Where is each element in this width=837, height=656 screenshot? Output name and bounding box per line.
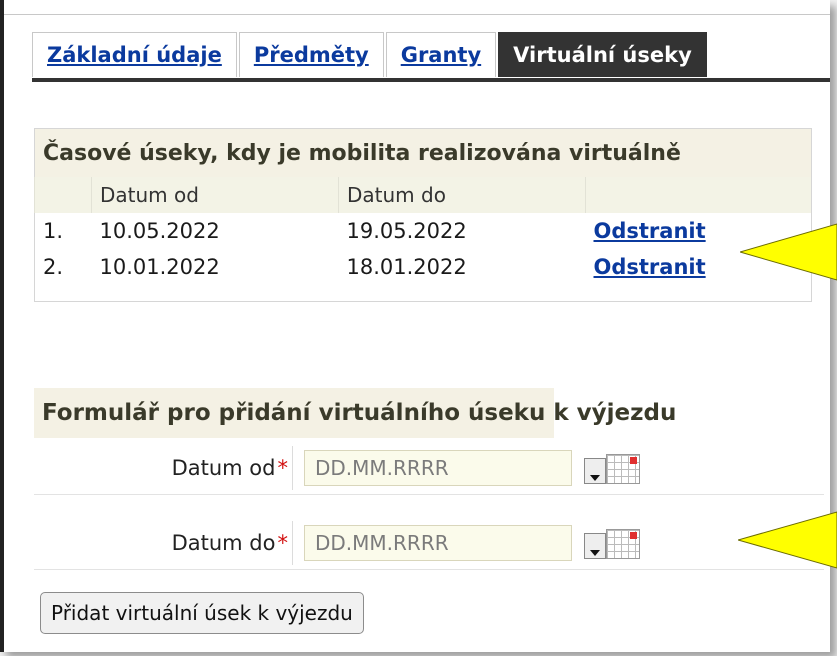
header-date-from: Datum od <box>91 177 339 213</box>
row-date-to: 19.05.2022 <box>346 219 467 243</box>
table-header-row: Datum od Datum do <box>34 177 812 213</box>
dropdown-icon[interactable] <box>584 533 606 559</box>
date-from-label: Datum od* <box>34 442 288 494</box>
remove-link[interactable]: Odstranit <box>594 255 706 279</box>
top-divider <box>4 14 830 15</box>
tab-bar: Základní údaje Předměty Granty Virtuální… <box>32 32 709 80</box>
tab-basic-info[interactable]: Základní údaje <box>32 32 237 77</box>
tab-subjects[interactable]: Předměty <box>238 32 384 77</box>
row-date-from: 10.05.2022 <box>99 219 220 243</box>
remove-link[interactable]: Odstranit <box>594 219 706 243</box>
date-from-input[interactable] <box>304 450 572 486</box>
required-marker: * <box>277 531 289 555</box>
date-from-label-text: Datum od <box>171 456 276 480</box>
date-to-input[interactable] <box>304 525 572 561</box>
table-row: 2. 10.01.2022 18.01.2022 Odstranit <box>35 249 812 285</box>
segments-table-caption: Časové úseky, kdy je mobilita realizován… <box>34 128 812 177</box>
form-row-date-to: Datum do* <box>34 517 824 570</box>
date-to-label: Datum do* <box>34 517 288 569</box>
form-caption-text: Formulář pro přidání virtuálního úseku k… <box>42 400 677 426</box>
row-number: 2. <box>43 255 64 279</box>
header-date-to: Datum do <box>338 177 586 213</box>
dropdown-icon[interactable] <box>584 458 606 484</box>
date-picker-to[interactable] <box>584 527 642 559</box>
segments-table: Časové úseky, kdy je mobilita realizován… <box>34 128 812 302</box>
add-virtual-segment-button[interactable]: Přidat virtuální úsek k výjezdu <box>40 592 364 634</box>
required-marker: * <box>277 456 289 480</box>
callout-arrow-top <box>740 223 837 281</box>
date-picker-from[interactable] <box>584 452 642 484</box>
row-separator <box>292 446 293 490</box>
row-separator <box>292 521 293 565</box>
header-num <box>34 177 92 213</box>
table-row: 1. 10.05.2022 19.05.2022 Odstranit <box>35 213 812 249</box>
row-date-to: 18.01.2022 <box>346 255 467 279</box>
form-row-date-from: Datum od* <box>34 442 824 495</box>
header-action <box>585 177 812 213</box>
callout-arrow-bottom <box>738 511 837 569</box>
tab-underline <box>32 78 830 82</box>
calendar-icon[interactable] <box>606 529 640 559</box>
calendar-icon[interactable] <box>606 454 640 484</box>
tab-grants[interactable]: Granty <box>385 32 497 77</box>
main-panel: Základní údaje Předměty Granty Virtuální… <box>0 0 830 652</box>
date-to-label-text: Datum do <box>171 531 276 555</box>
row-number: 1. <box>43 219 64 243</box>
form-caption: Formulář pro přidání virtuálního úseku k… <box>34 388 676 438</box>
row-date-from: 10.01.2022 <box>99 255 220 279</box>
tab-virtual-segments[interactable]: Virtuální úseky <box>498 32 707 77</box>
